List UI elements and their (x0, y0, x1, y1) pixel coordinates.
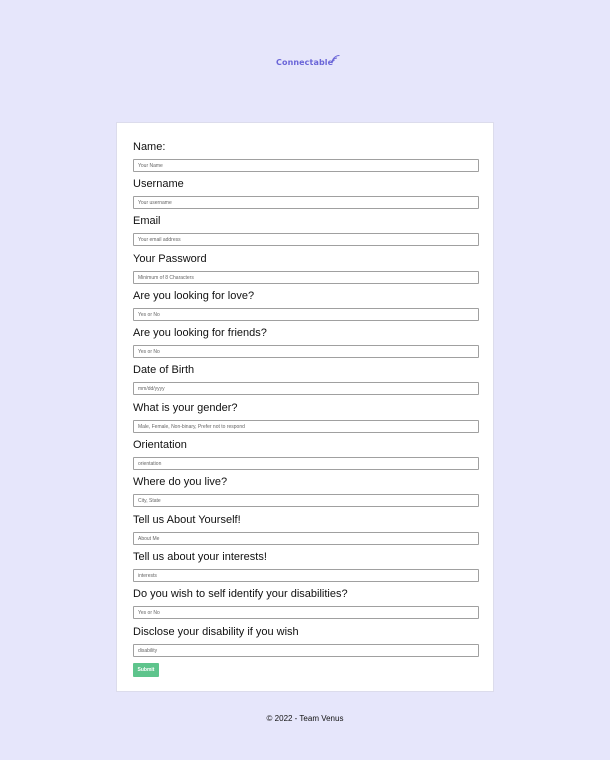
disability-field-group: Disclose your disability if you wish (133, 626, 479, 657)
friends-field-group: Are you looking for friends? (133, 327, 479, 358)
love-input[interactable] (133, 308, 479, 321)
name-input[interactable] (133, 159, 479, 172)
interests-input[interactable] (133, 569, 479, 582)
email-label: Email (133, 215, 161, 227)
dob-input[interactable] (133, 382, 479, 395)
friends-input[interactable] (133, 345, 479, 358)
location-field-group: Where do you live? (133, 476, 479, 507)
email-field-group: Email (133, 215, 479, 246)
username-label: Username (133, 178, 184, 190)
disability-identify-field-group: Do you wish to self identify your disabi… (133, 588, 479, 619)
orientation-label: Orientation (133, 439, 187, 451)
username-input[interactable] (133, 196, 479, 209)
love-field-group: Are you looking for love? (133, 290, 479, 321)
logo-text: Connectable (276, 58, 334, 67)
gender-label: What is your gender? (133, 402, 238, 414)
about-input[interactable] (133, 532, 479, 545)
orientation-field-group: Orientation (133, 439, 479, 470)
password-input[interactable] (133, 271, 479, 284)
password-label: Your Password (133, 253, 207, 265)
location-input[interactable] (133, 494, 479, 507)
interests-field-group: Tell us about your interests! (133, 551, 479, 582)
orientation-input[interactable] (133, 457, 479, 470)
friends-label: Are you looking for friends? (133, 327, 267, 339)
gender-field-group: What is your gender? (133, 402, 479, 433)
dob-label: Date of Birth (133, 364, 195, 376)
interests-label: Tell us about your interests! (133, 551, 267, 563)
password-field-group: Your Password (133, 253, 479, 284)
dob-field-group: Date of Birth (133, 364, 479, 395)
disability-input[interactable] (133, 644, 479, 657)
logo[interactable]: Connectable (276, 50, 341, 68)
location-label: Where do you live? (133, 476, 228, 488)
footer-copyright: © 2022 - Team Venus (266, 714, 344, 723)
signal-waves-icon (331, 55, 340, 64)
disability-identify-input[interactable] (133, 606, 479, 619)
about-field-group: Tell us About Yourself! (133, 514, 479, 545)
name-label: Name: (133, 141, 166, 153)
disability-label: Disclose your disability if you wish (133, 626, 299, 638)
disability-identify-label: Do you wish to self identify your disabi… (133, 588, 348, 600)
love-label: Are you looking for love? (133, 290, 255, 302)
about-label: Tell us About Yourself! (133, 514, 241, 526)
submit-button[interactable]: Submit (133, 663, 159, 677)
signup-form: Name: Username Email Your Password Are y… (116, 122, 494, 692)
username-field-group: Username (133, 178, 479, 209)
name-field-group: Name: (133, 141, 479, 172)
gender-input[interactable] (133, 420, 479, 433)
email-input[interactable] (133, 233, 479, 246)
